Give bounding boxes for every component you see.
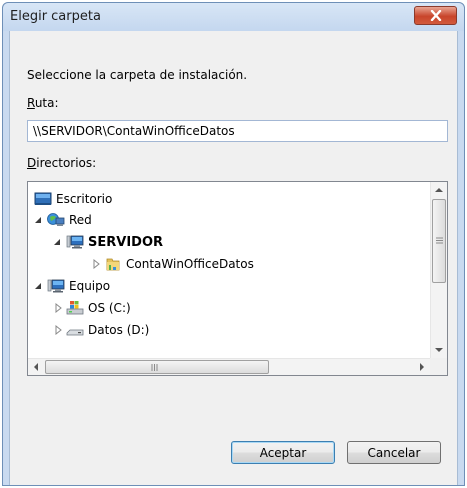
- tree-item-label: Escritorio: [56, 192, 113, 206]
- drive-icon: [66, 329, 84, 336]
- path-input[interactable]: [27, 120, 448, 142]
- close-button[interactable]: [414, 6, 457, 25]
- directories-label: Directorios:: [27, 156, 96, 170]
- scroll-up-arrow-icon[interactable]: [435, 187, 443, 193]
- vertical-scroll-thumb[interactable]: [432, 199, 446, 283]
- scrollbar-corner: [430, 358, 447, 375]
- instruction-label: Seleccione la carpeta de instalación.: [27, 68, 248, 82]
- computer-icon: [47, 279, 65, 293]
- horizontal-scrollbar[interactable]: [28, 358, 430, 375]
- windows-drive-icon: [66, 301, 84, 315]
- tree-item-label: ContaWinOfficeDatos: [126, 257, 254, 271]
- directory-tree[interactable]: Escritorio Red SERVIDOR ContaWinOfficeDa…: [27, 181, 448, 376]
- path-label-accesskey: R: [27, 96, 35, 110]
- directories-label-text: irectorios:: [36, 156, 97, 170]
- grip-icon: [151, 364, 158, 371]
- network-icon: [47, 213, 65, 226]
- directories-label-accesskey: D: [27, 156, 37, 170]
- window-title: Elegir carpeta: [10, 9, 101, 24]
- scroll-right-arrow-icon[interactable]: [419, 363, 425, 371]
- cancel-button[interactable]: Cancelar: [347, 441, 441, 464]
- tree-item-contawinofficedatos[interactable]: ContaWinOfficeDatos: [91, 253, 254, 275]
- collapsed-arrow-icon[interactable]: [53, 303, 63, 313]
- scroll-left-arrow-icon[interactable]: [33, 363, 39, 371]
- desktop-icon: [34, 192, 52, 205]
- horizontal-scroll-thumb[interactable]: [45, 360, 269, 374]
- path-label: Ruta:: [27, 96, 59, 110]
- tree-item-label: Datos (D:): [88, 323, 150, 337]
- tree-item-escritorio[interactable]: Escritorio: [34, 188, 112, 210]
- scroll-down-arrow-icon[interactable]: [435, 347, 443, 353]
- close-icon: [430, 10, 442, 21]
- tree-item-datos-d[interactable]: Datos (D:): [53, 319, 149, 341]
- tree-item-label: Equipo: [69, 279, 111, 293]
- tree-item-label: OS (C:): [88, 301, 131, 315]
- shared-folder-icon: [106, 258, 120, 271]
- title-bar[interactable]: Elegir carpeta: [3, 3, 464, 31]
- tree-item-red[interactable]: Red: [34, 209, 92, 231]
- grip-icon: [436, 237, 443, 244]
- tree-item-equipo[interactable]: Equipo: [34, 275, 110, 297]
- path-label-text: uta:: [34, 96, 59, 110]
- expanded-arrow-icon[interactable]: [34, 281, 44, 291]
- tree-item-label: SERVIDOR: [88, 234, 164, 250]
- tree-item-servidor[interactable]: SERVIDOR: [53, 231, 163, 253]
- collapsed-arrow-icon[interactable]: [53, 325, 63, 335]
- expanded-arrow-icon[interactable]: [34, 215, 44, 225]
- computer-icon: [66, 235, 84, 249]
- expanded-arrow-icon[interactable]: [53, 237, 63, 247]
- accept-button[interactable]: Aceptar: [231, 441, 335, 464]
- collapsed-arrow-icon[interactable]: [91, 259, 101, 269]
- tree-item-os-c[interactable]: OS (C:): [53, 297, 131, 319]
- tree-item-label: Red: [69, 213, 92, 227]
- vertical-scrollbar[interactable]: [430, 182, 447, 358]
